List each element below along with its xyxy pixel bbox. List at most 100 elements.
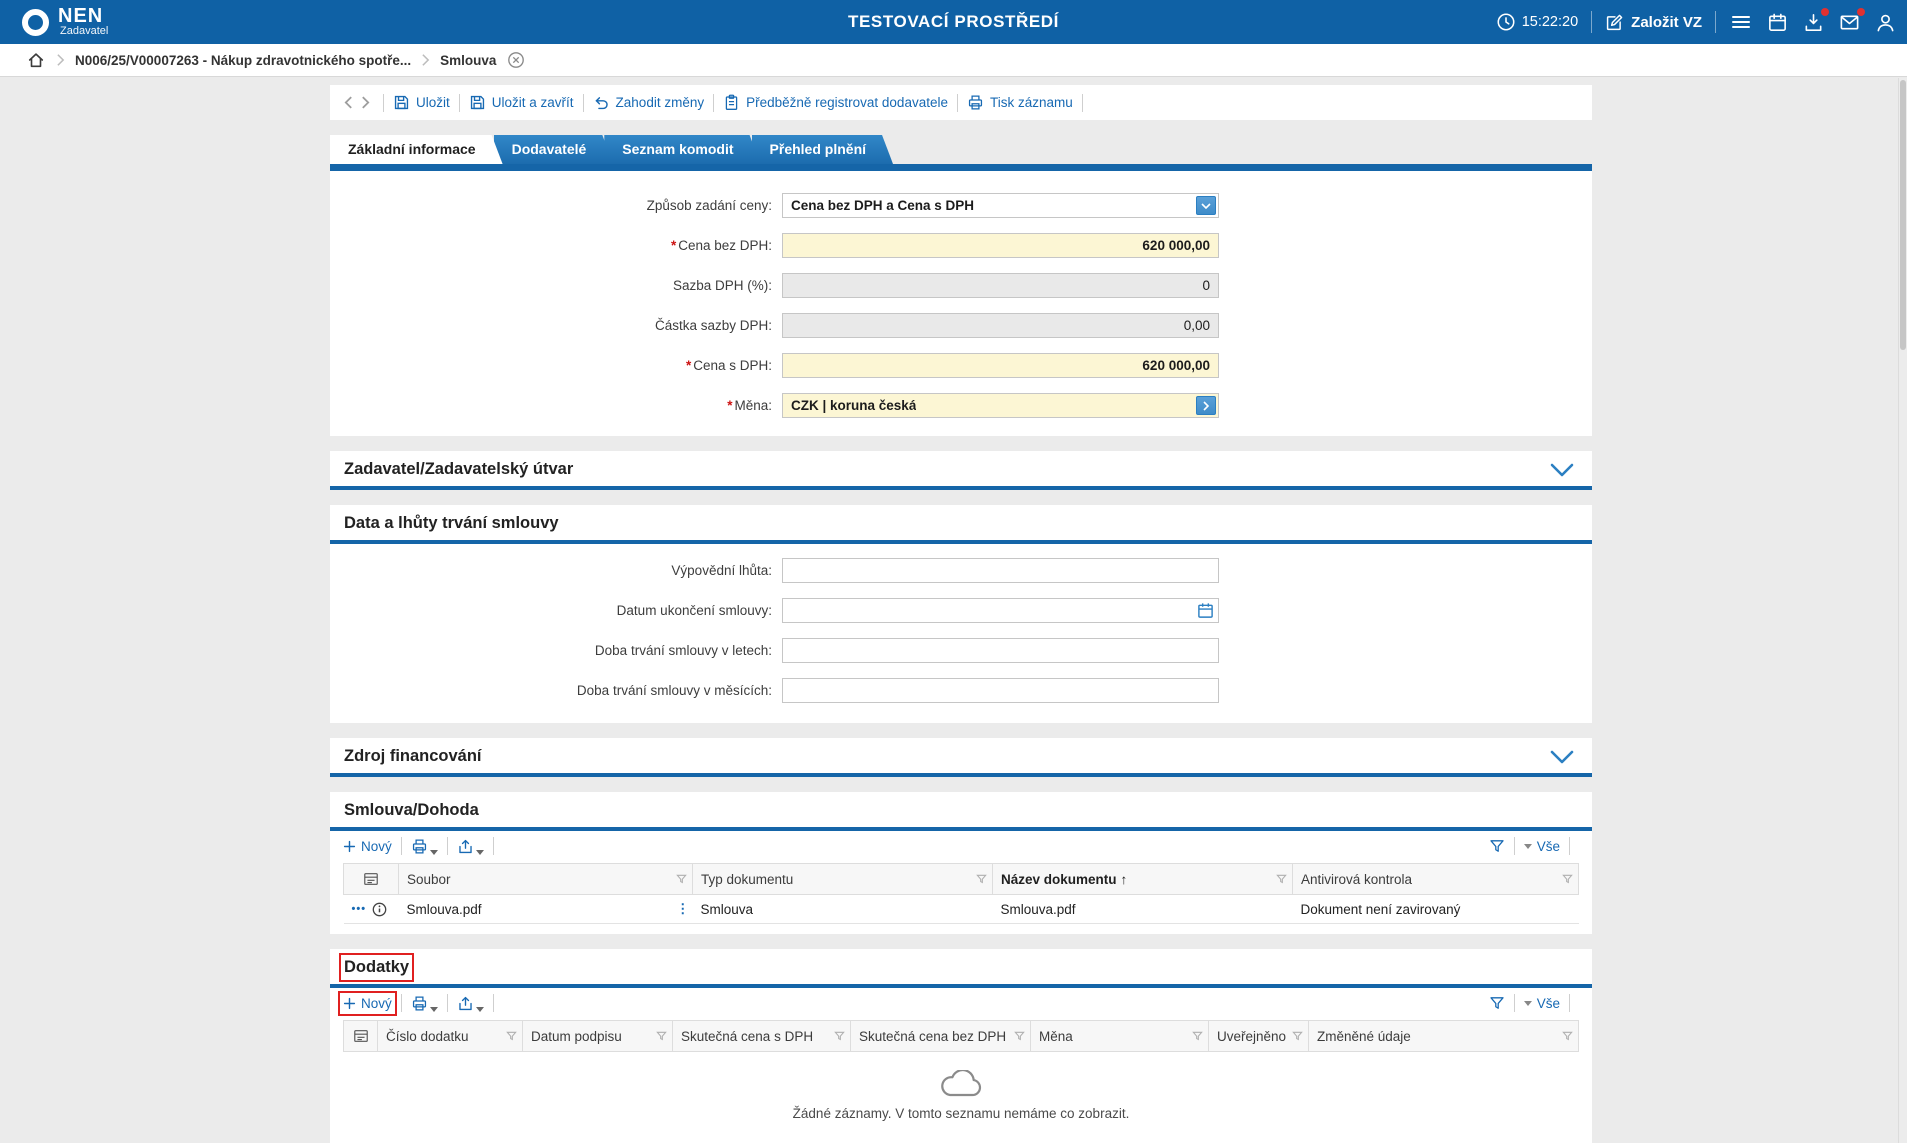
notification-badge <box>1821 8 1829 16</box>
column-header-mena[interactable]: Měna <box>1031 1021 1209 1052</box>
cena-bez-dph-input[interactable] <box>782 233 1219 258</box>
view-all-button[interactable]: Vše <box>1524 839 1560 854</box>
column-filter-icon[interactable] <box>1192 1031 1203 1042</box>
filter-button[interactable] <box>1489 995 1505 1011</box>
nen-logo[interactable]: NEN Zadavatel <box>22 7 108 37</box>
scrollbar-thumb[interactable] <box>1900 80 1906 350</box>
funnel-icon <box>1489 995 1505 1011</box>
info-icon[interactable] <box>372 902 387 917</box>
column-header-skutecna-cena-bez-dph[interactable]: Skutečná cena bez DPH <box>851 1021 1031 1052</box>
session-time: 15:22:20 <box>1522 14 1578 30</box>
datum-ukonceni-input[interactable] <box>782 598 1219 623</box>
doba-trvani-mesicich-input[interactable] <box>782 678 1219 703</box>
toolbar-separator <box>1569 994 1570 1012</box>
print-list-button[interactable] <box>411 838 438 855</box>
chevron-right-icon <box>56 53 65 67</box>
breadcrumb-record[interactable]: N006/25/V00007263 - Nákup zdravotnického… <box>75 53 411 68</box>
export-list-button[interactable] <box>457 838 484 855</box>
discard-changes-button[interactable]: Zahodit změny <box>593 94 705 111</box>
print-list-button[interactable] <box>411 995 438 1012</box>
column-filter-icon[interactable] <box>506 1031 517 1042</box>
edit-icon <box>1605 13 1624 32</box>
field-label: Výpovědní lhůta: <box>330 563 782 578</box>
mena-lookup[interactable]: CZK | koruna česká <box>782 393 1219 418</box>
tab-seznam-komodit[interactable]: Seznam komodit <box>604 135 760 164</box>
column-filter-icon[interactable] <box>1276 874 1287 885</box>
save-button[interactable]: Uložit <box>393 94 450 111</box>
cell-menu-icon[interactable]: ⋮ <box>676 901 690 917</box>
chevron-down-icon[interactable] <box>1196 196 1216 215</box>
column-filter-icon[interactable] <box>1562 1031 1573 1042</box>
column-filter-icon[interactable] <box>1562 874 1573 885</box>
row-tools-cell: ••• <box>344 895 399 924</box>
column-filter-icon[interactable] <box>834 1031 845 1042</box>
brand-text: NEN Zadavatel <box>58 7 108 37</box>
column-filter-icon[interactable] <box>1014 1031 1025 1042</box>
price-mode-select[interactable]: Cena bez DPH a Cena s DPH <box>782 193 1219 218</box>
column-header-soubor[interactable]: Soubor <box>399 864 693 895</box>
section-dodatky: Dodatky Nový <box>330 949 1592 1143</box>
prev-record-button[interactable] <box>340 93 357 112</box>
print-record-button[interactable]: Tisk záznamu <box>967 94 1073 111</box>
top-header: NEN Zadavatel TESTOVACÍ PROSTŘEDÍ 15:22:… <box>0 0 1907 44</box>
column-header-uverejneno[interactable]: Uveřejněno <box>1209 1021 1309 1052</box>
column-header-nazev-dokumentu[interactable]: Název dokumentu↑ <box>993 864 1293 895</box>
column-settings-header[interactable] <box>344 864 399 895</box>
toolbar-separator <box>1514 994 1515 1012</box>
hamburger-icon <box>1730 11 1752 33</box>
column-header-antivirova-kontrola[interactable]: Antivirová kontrola <box>1293 864 1579 895</box>
tab-dodavatele[interactable]: Dodavatelé <box>494 135 614 164</box>
messages-button[interactable] <box>1838 11 1861 34</box>
column-settings-header[interactable] <box>344 1021 378 1052</box>
doba-trvani-letech-input[interactable] <box>782 638 1219 663</box>
profile-button[interactable] <box>1874 11 1897 34</box>
tab-prehled-plneni[interactable]: Přehled plnění <box>752 135 893 164</box>
notification-badge <box>1857 8 1865 16</box>
home-icon <box>27 51 45 69</box>
breadcrumb: N006/25/V00007263 - Nákup zdravotnického… <box>0 44 1907 77</box>
tab-zakladni-informace[interactable]: Základní informace <box>330 135 503 164</box>
export-list-button[interactable] <box>457 995 484 1012</box>
column-header-zmenene-udaje[interactable]: Změněné údaje <box>1309 1021 1579 1052</box>
expand-section-button[interactable] <box>1550 463 1574 477</box>
table-row[interactable]: ••• Smlouva.pdf⋮ Smlouva Smlouva.pdf Dok… <box>344 895 1579 924</box>
home-button[interactable] <box>26 50 46 70</box>
column-filter-icon[interactable] <box>676 874 687 885</box>
column-header-cislo-dodatku[interactable]: Číslo dodatku <box>378 1021 523 1052</box>
cena-s-dph-input[interactable] <box>782 353 1219 378</box>
column-header-datum-podpisu[interactable]: Datum podpisu <box>523 1021 673 1052</box>
caret-down-icon <box>1524 844 1532 849</box>
next-record-button[interactable] <box>357 93 374 112</box>
column-filter-icon[interactable] <box>976 874 987 885</box>
filter-button[interactable] <box>1489 838 1505 854</box>
table-header-row: Soubor Typ dokumentu Název dokumentu↑ An… <box>344 864 1579 895</box>
column-filter-icon[interactable] <box>1292 1031 1303 1042</box>
date-picker-button[interactable] <box>1197 602 1214 619</box>
chevron-right-icon[interactable] <box>1196 396 1216 415</box>
toolbar-separator <box>447 837 448 855</box>
view-all-button[interactable]: Vše <box>1524 996 1560 1011</box>
register-supplier-button[interactable]: Předběžně registrovat dodavatele <box>723 94 948 111</box>
caret-down-icon <box>430 1007 438 1012</box>
caret-down-icon <box>1524 1001 1532 1006</box>
header-separator <box>1715 11 1716 33</box>
column-header-typ-dokumentu[interactable]: Typ dokumentu <box>693 864 993 895</box>
new-dodatek-button[interactable]: Nový <box>343 996 392 1011</box>
new-document-button[interactable]: Nový <box>343 839 392 854</box>
plus-icon <box>343 840 356 853</box>
main-menu-button[interactable] <box>1729 10 1753 34</box>
page-scrollbar[interactable] <box>1898 78 1907 1143</box>
save-and-close-button[interactable]: Uložit a zavřít <box>469 94 574 111</box>
calendar-button[interactable] <box>1766 11 1789 34</box>
expand-section-button[interactable] <box>1550 750 1574 764</box>
vypovedni-lhuta-input[interactable] <box>782 558 1219 583</box>
close-record-button[interactable] <box>506 50 526 70</box>
row-menu-icon[interactable]: ••• <box>352 903 367 915</box>
create-vz-button[interactable]: Založit VZ <box>1605 13 1702 32</box>
downloads-button[interactable] <box>1802 11 1825 34</box>
chevron-down-icon <box>1550 463 1574 477</box>
column-filter-icon[interactable] <box>656 1031 667 1042</box>
price-form: Způsob zadání ceny: Cena bez DPH a Cena … <box>330 171 1592 436</box>
cell-soubor[interactable]: Smlouva.pdf⋮ <box>399 895 693 924</box>
column-header-skutecna-cena-s-dph[interactable]: Skutečná cena s DPH <box>673 1021 851 1052</box>
